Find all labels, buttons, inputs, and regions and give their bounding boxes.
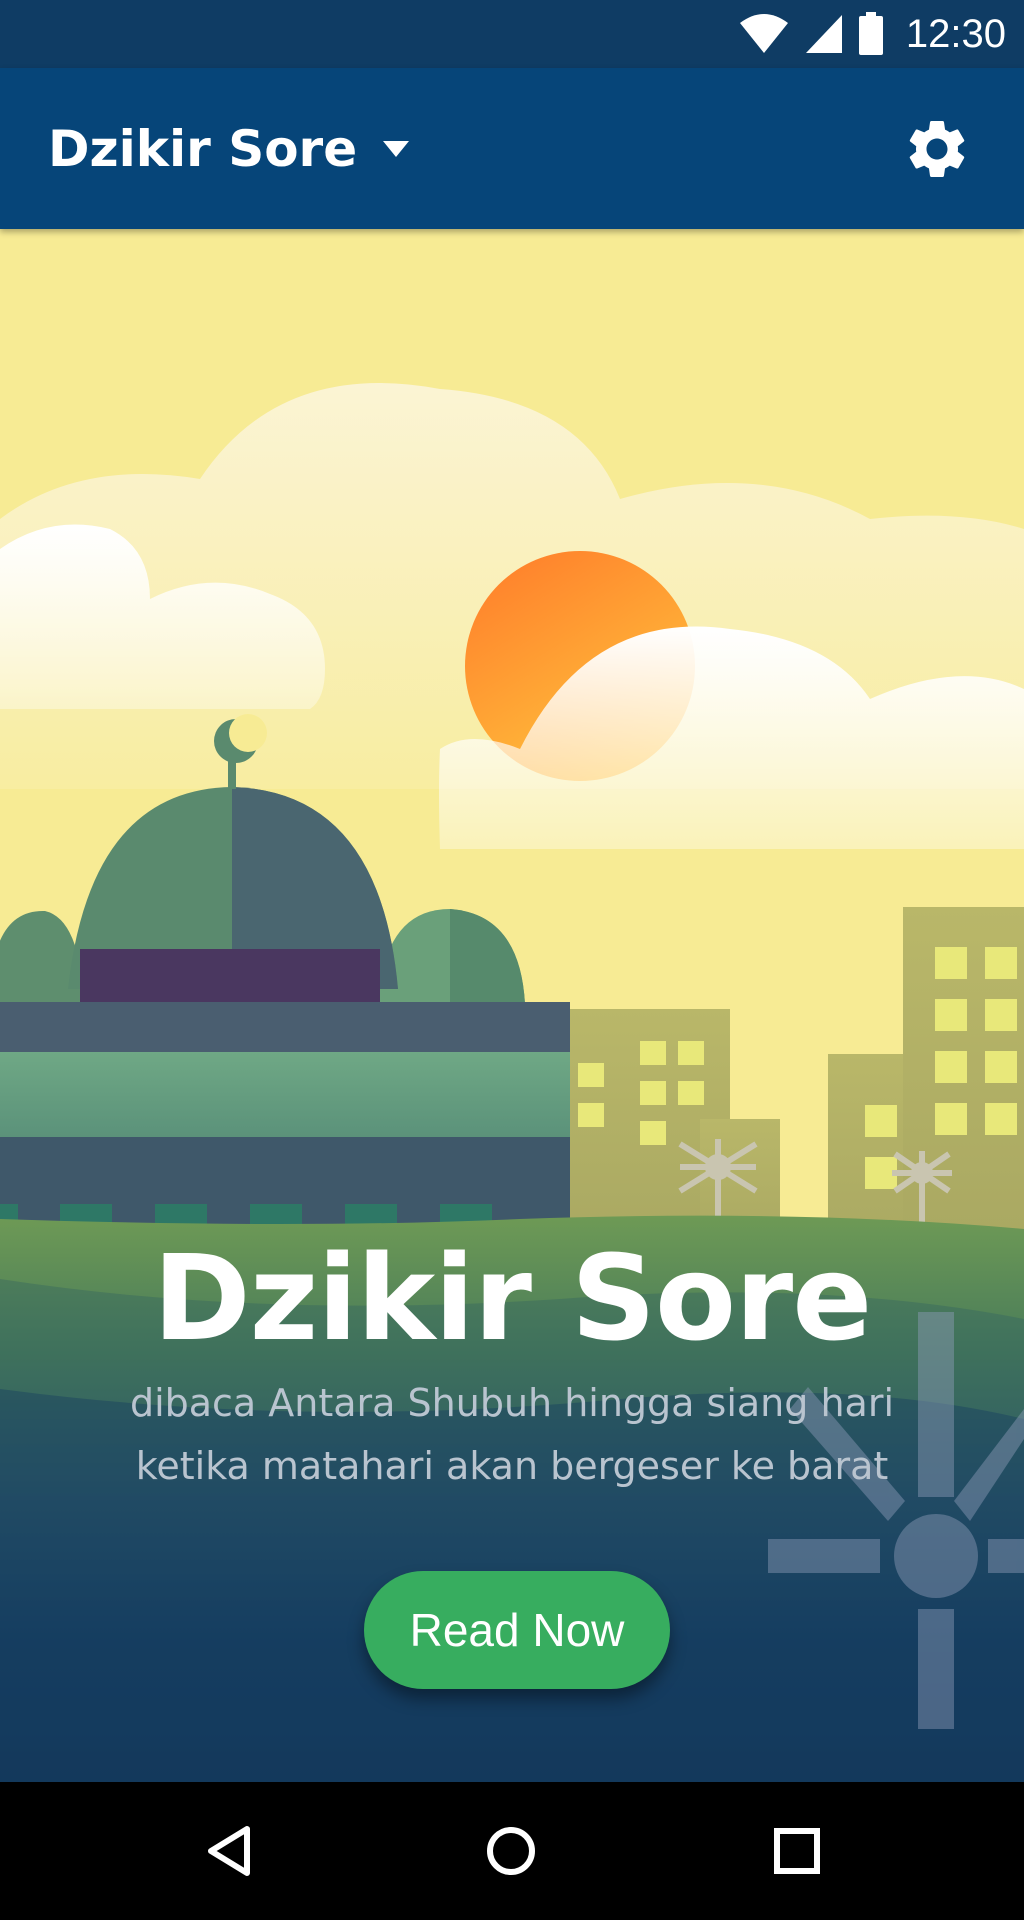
back-button[interactable] bbox=[193, 1816, 263, 1886]
home-circle-icon bbox=[487, 1827, 535, 1875]
signal-icon bbox=[805, 15, 842, 53]
mosque-sunset-illustration bbox=[0, 229, 1024, 1782]
wifi-icon bbox=[739, 14, 788, 53]
battery-icon bbox=[858, 12, 883, 55]
recents-square-icon bbox=[774, 1828, 820, 1874]
caret-down-icon bbox=[383, 140, 410, 157]
status-icons: 12:30 bbox=[738, 0, 1006, 68]
app-title: Dzikir Sore bbox=[48, 119, 358, 178]
system-nav-bar bbox=[0, 1782, 1024, 1920]
hero-subtitle-line1: dibaca Antara Shubuh hingga siang hari bbox=[129, 1381, 895, 1425]
gear-icon bbox=[909, 120, 965, 177]
app-bar: Dzikir Sore bbox=[0, 68, 1024, 229]
back-triangle-icon bbox=[208, 1826, 250, 1876]
home-button[interactable] bbox=[476, 1816, 546, 1886]
hero-title: Dzikir Sore bbox=[152, 1229, 873, 1367]
status-time: 12:30 bbox=[905, 11, 1006, 56]
title-dropdown[interactable]: Dzikir Sore bbox=[48, 68, 410, 229]
hero-subtitle-line2: ketika matahari akan bergeser ke barat bbox=[135, 1444, 889, 1488]
status-bar: 12:30 bbox=[0, 0, 1024, 68]
recents-button[interactable] bbox=[762, 1816, 832, 1886]
hero: Dzikir Sore dibaca Antara Shubuh hingga … bbox=[0, 229, 1024, 1782]
settings-button[interactable] bbox=[902, 114, 972, 184]
read-now-button[interactable]: Read Now bbox=[364, 1571, 670, 1689]
